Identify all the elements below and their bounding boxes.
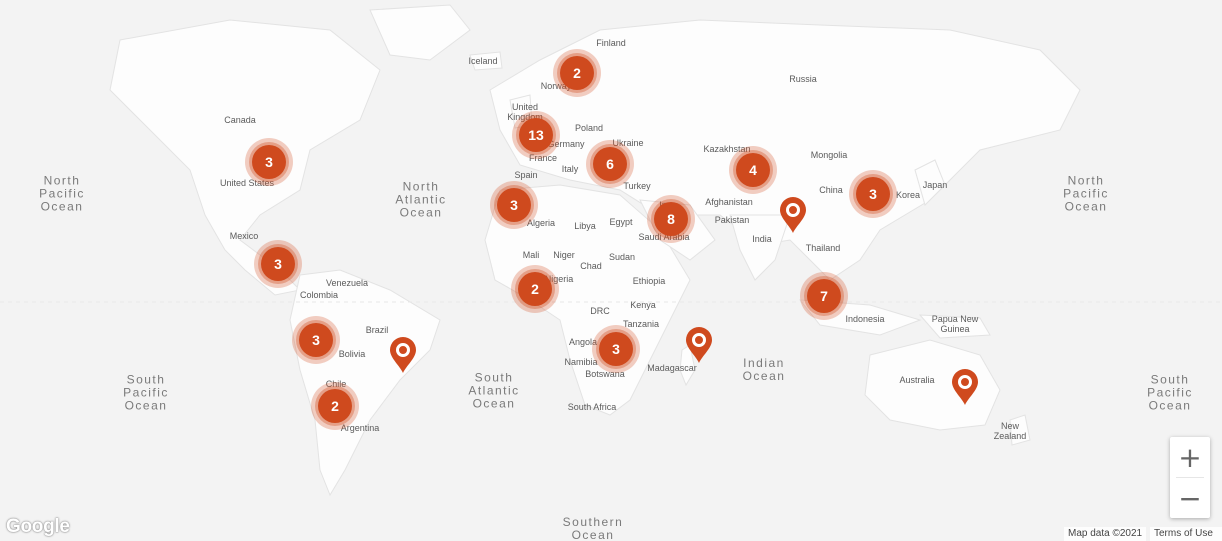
cluster-count: 3 [252,145,286,179]
country-label-poland: Poland [574,123,604,133]
cluster-southern-cone[interactable]: 2 [311,382,359,430]
country-label-india: India [752,234,772,244]
country-label-south-africa: South Africa [567,402,617,412]
land-masses [0,4,1222,497]
cluster-west-africa[interactable]: 2 [511,265,559,313]
cluster-central-america[interactable]: 3 [254,240,302,288]
map-data-attribution: Map data ©2021 [1064,527,1147,541]
cluster-count: 6 [593,147,627,181]
cluster-count: 3 [599,332,633,366]
ocean-label-north-atlantic: North Atlantic Ocean [395,179,447,220]
cluster-scandinavia[interactable]: 2 [553,49,601,97]
ocean-label-indian: Indian Ocean [742,356,786,383]
cluster-count: 3 [497,188,531,222]
country-label-afghanistan: Afghanistan [705,197,753,207]
cluster-count: 2 [518,272,552,306]
country-label-china: China [819,185,843,195]
cluster-eastern-europe[interactable]: 6 [586,140,634,188]
ocean-label-southern: Southern Ocean [562,515,624,541]
country-label-brazil: Brazil [365,325,389,335]
country-label-bolivia: Bolivia [338,349,366,359]
google-logo[interactable]: Google [6,516,70,538]
ocean-label-south-pacific-west: South Pacific Ocean [123,372,169,413]
country-label-russia: Russia [789,74,817,84]
country-label-turkey: Turkey [623,181,651,191]
cluster-count: 3 [299,323,333,357]
country-label-sudan: Sudan [608,252,636,262]
country-label-mexico: Mexico [229,231,259,241]
country-label-kenya: Kenya [630,300,656,310]
country-label-namibia: Namibia [564,357,598,367]
country-label-madagascar: Madagascar [647,363,697,373]
cluster-central-asia[interactable]: 4 [729,146,777,194]
world-map[interactable]: Finland Iceland Russia Norway Canada United K… [0,0,1222,541]
country-label-libya: Libya [574,221,596,231]
country-label-niger: Niger [553,250,575,260]
cluster-north-america[interactable]: 3 [245,138,293,186]
cluster-east-asia[interactable]: 3 [849,170,897,218]
cluster-count: 3 [856,177,890,211]
country-label-japan: Japan [922,180,948,190]
country-label-spain: Spain [514,170,538,180]
country-label-thailand: Thailand [805,243,841,253]
cluster-iberia[interactable]: 3 [490,181,538,229]
country-label-canada: Canada [224,115,256,125]
country-label-colombia: Colombia [299,290,339,300]
country-label-drc: DRC [590,306,610,316]
ocean-label-south-pacific-east: South Pacific Ocean [1147,372,1193,413]
map-pin-icon-brazil-east[interactable] [388,336,418,374]
ocean-label-north-pacific-east: North Pacific Ocean [1063,173,1109,214]
cluster-europe-west[interactable]: 13 [512,111,560,159]
terms-of-use-link[interactable]: Terms of Use [1150,527,1222,541]
country-label-australia: Australia [899,375,935,385]
map-pin-icon-south-asia[interactable] [778,196,808,234]
ocean-label-north-pacific-west: North Pacific Ocean [39,173,85,214]
zoom-in-button[interactable]: + [1170,437,1210,477]
country-label-pakistan: Pakistan [714,215,750,225]
cluster-count: 2 [560,56,594,90]
zoom-out-button[interactable]: − [1170,478,1210,518]
country-label-finland: Finland [596,38,626,48]
cluster-count: 8 [654,202,688,236]
ocean-label-south-atlantic: South Atlantic Ocean [468,370,520,411]
country-label-mali: Mali [522,250,540,260]
country-label-mongolia: Mongolia [810,150,848,160]
country-label-indonesia: Indonesia [845,314,885,324]
cluster-middle-east[interactable]: 8 [647,195,695,243]
cluster-count: 4 [736,153,770,187]
cluster-count: 3 [261,247,295,281]
cluster-count: 2 [318,389,352,423]
cluster-count: 13 [519,118,553,152]
country-label-egypt: Egypt [609,217,633,227]
zoom-controls: + − [1170,437,1210,518]
cluster-southern-africa[interactable]: 3 [592,325,640,373]
country-label-ethiopia: Ethiopia [632,276,666,286]
map-pin-icon-indian-ocean-island[interactable] [684,326,714,364]
country-label-venezuela: Venezuela [325,278,369,288]
country-label-iceland: Iceland [468,56,498,66]
cluster-southeast-asia[interactable]: 7 [800,272,848,320]
country-label-papua-new-guinea: Papua New Guinea [931,314,979,334]
country-label-italy: Italy [561,164,579,174]
country-label-new-zealand: New Zealand [993,421,1027,441]
cluster-count: 7 [807,279,841,313]
map-pin-icon-australia-east[interactable] [950,368,980,406]
country-label-south-korea: Korea [895,190,921,200]
cluster-south-america-west[interactable]: 3 [292,316,340,364]
country-label-chad: Chad [580,261,602,271]
